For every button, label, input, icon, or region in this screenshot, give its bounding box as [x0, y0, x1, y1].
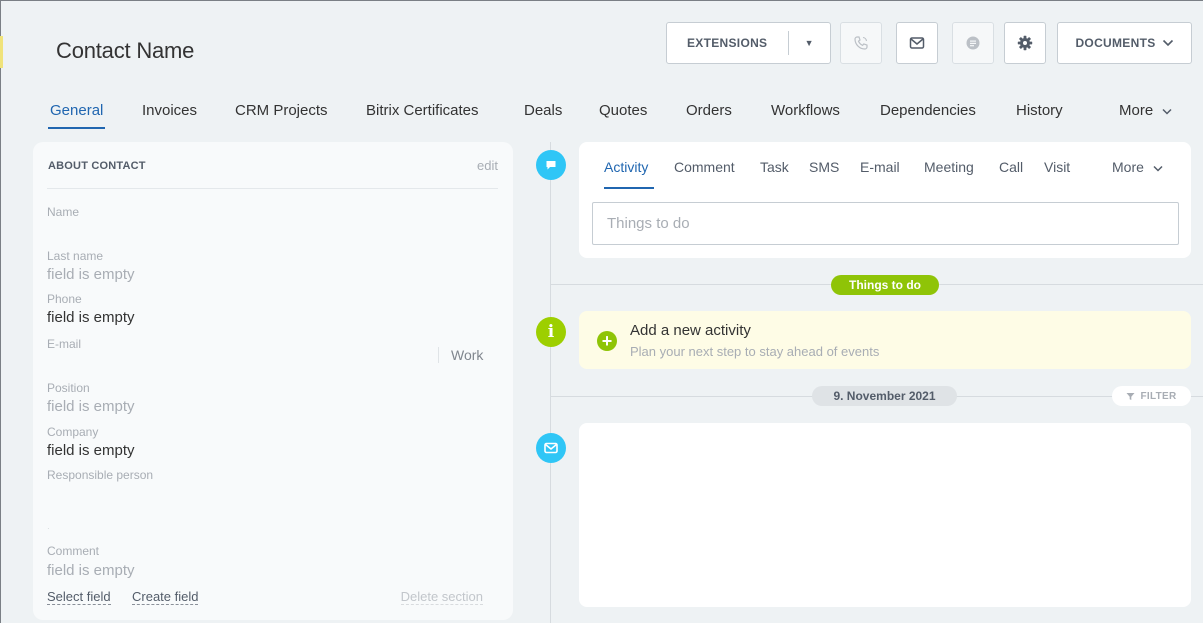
add-activity-subtitle: Plan your next step to stay ahead of eve… — [630, 344, 880, 359]
tab-more[interactable]: More — [1119, 102, 1172, 119]
tab-deals[interactable]: Deals — [524, 102, 562, 119]
edit-link[interactable]: edit — [477, 158, 498, 173]
things-to-do-badge: Things to do — [831, 275, 939, 295]
phone-value[interactable]: field is empty — [47, 309, 135, 326]
company-value[interactable]: field is empty — [47, 442, 135, 459]
section-divider — [47, 188, 498, 189]
activity-tab-task[interactable]: Task — [760, 159, 789, 175]
last-name-label: Last name — [47, 249, 104, 263]
activity-tab-sms[interactable]: SMS — [809, 159, 839, 175]
date-badge: 9. November 2021 — [812, 386, 957, 406]
comment-value[interactable]: field is empty — [47, 562, 135, 579]
gear-icon — [1017, 35, 1033, 51]
page-title: Contact Name — [56, 38, 195, 63]
tab-dependencies[interactable]: Dependencies — [880, 102, 976, 119]
comment-label: Comment — [47, 544, 100, 558]
tab-workflows[interactable]: Workflows — [771, 102, 840, 119]
delete-section-link[interactable]: Delete section — [400, 589, 483, 605]
company-label: Company — [47, 425, 99, 439]
active-activity-tab-indicator — [604, 187, 654, 189]
tab-orders[interactable]: Orders — [686, 102, 732, 119]
plus-icon[interactable]: + — [597, 331, 617, 351]
dot-marker: · — [47, 524, 50, 533]
filter-button[interactable]: FILTER — [1112, 386, 1191, 406]
email-timeline-icon — [536, 433, 566, 463]
envelope-icon — [544, 442, 558, 454]
activity-tab-more[interactable]: More — [1112, 159, 1163, 175]
chevron-down-icon — [1162, 39, 1173, 47]
chat-button[interactable] — [952, 22, 994, 64]
activity-tab-activity[interactable]: Activity — [604, 159, 648, 175]
chevron-down-icon — [1162, 108, 1172, 115]
tab-general[interactable]: General — [50, 102, 103, 119]
extensions-label: EXTENSIONS — [687, 36, 768, 50]
last-name-value[interactable]: field is empty — [47, 266, 135, 283]
filter-label: FILTER — [1140, 390, 1177, 402]
comment-timeline-icon — [536, 150, 566, 180]
tab-more-label: More — [1119, 102, 1154, 119]
activity-tab-more-label: More — [1112, 159, 1144, 175]
position-value[interactable]: field is empty — [47, 398, 135, 415]
activity-tab-call[interactable]: Call — [999, 159, 1023, 175]
settings-button[interactable] — [1004, 22, 1046, 64]
call-button[interactable] — [840, 22, 882, 64]
activity-editor-card: Activity Comment Task SMS E-mail Meeting… — [579, 142, 1191, 258]
activity-tab-email[interactable]: E-mail — [860, 159, 900, 175]
speech-bubble-icon — [546, 161, 556, 170]
envelope-icon — [909, 37, 925, 49]
funnel-icon — [1126, 392, 1135, 400]
things-to-do-input[interactable] — [592, 202, 1179, 245]
add-activity-title[interactable]: Add a new activity — [630, 322, 751, 339]
tab-quotes[interactable]: Quotes — [599, 102, 647, 119]
chat-icon — [966, 36, 980, 50]
chevron-down-icon — [1153, 165, 1163, 172]
documents-label: DOCUMENTS — [1075, 36, 1156, 50]
position-label: Position — [47, 381, 90, 395]
email-timeline-card[interactable] — [579, 423, 1191, 607]
create-field-link[interactable]: Create field — [132, 589, 199, 605]
accent-marker — [0, 36, 3, 68]
tab-bitrix-certificates[interactable]: Bitrix Certificates — [366, 102, 479, 119]
about-contact-panel: ABOUT CONTACT edit Name Last name field … — [33, 142, 513, 620]
timeline-line — [550, 142, 551, 623]
caret-down-icon[interactable]: ▼ — [789, 38, 830, 48]
email-button[interactable] — [896, 22, 938, 64]
active-tab-indicator — [48, 127, 105, 129]
activity-tab-visit[interactable]: Visit — [1044, 159, 1070, 175]
tab-invoices[interactable]: Invoices — [142, 102, 197, 119]
main-tabs: General Invoices CRM Projects Bitrix Cer… — [48, 102, 1203, 132]
extensions-button[interactable]: EXTENSIONS ▼ — [666, 22, 831, 64]
select-field-link[interactable]: Select field — [47, 589, 111, 605]
phone-icon — [854, 36, 868, 50]
activity-tab-meeting[interactable]: Meeting — [924, 159, 974, 175]
phone-label: Phone — [47, 292, 82, 306]
tab-history[interactable]: History — [1016, 102, 1063, 119]
email-type-select[interactable]: Work — [438, 347, 483, 363]
email-label: E-mail — [47, 337, 82, 351]
add-activity-card[interactable]: + Add a new activity Plan your next step… — [579, 311, 1191, 369]
info-icon: i — [547, 322, 555, 342]
info-timeline-icon: i — [536, 317, 566, 347]
section-heading: ABOUT CONTACT — [48, 160, 146, 172]
activity-tab-comment[interactable]: Comment — [674, 159, 735, 175]
documents-button[interactable]: DOCUMENTS — [1057, 22, 1192, 64]
name-label: Name — [47, 205, 80, 219]
tab-crm-projects[interactable]: CRM Projects — [235, 102, 328, 119]
responsible-person-label: Responsible person — [47, 468, 154, 482]
